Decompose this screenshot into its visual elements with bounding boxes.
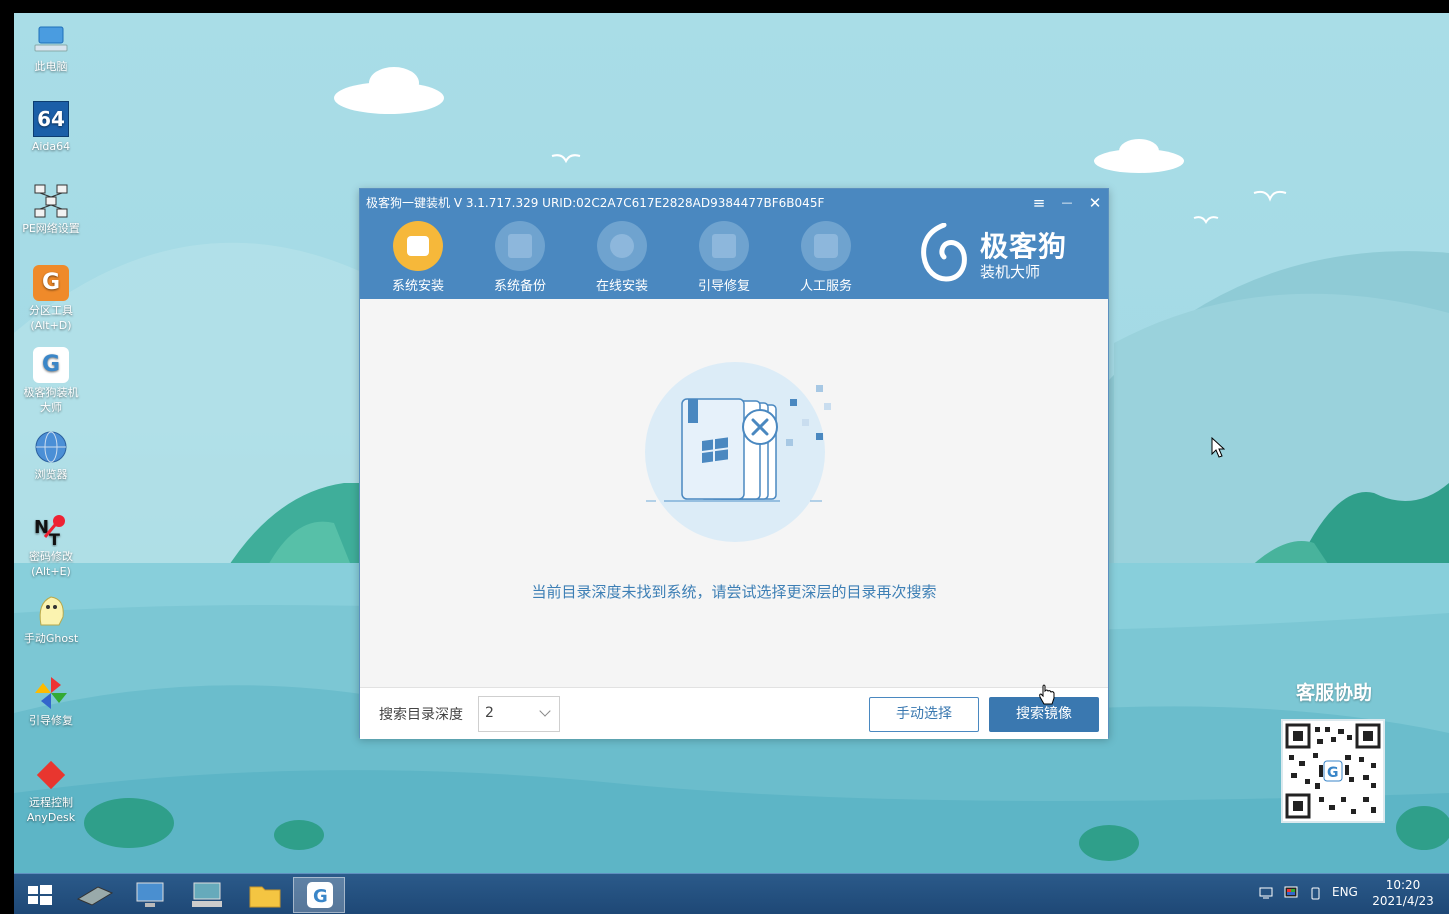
mouse-pointer-icon <box>1211 437 1225 458</box>
minimize-button[interactable]: — <box>1057 193 1077 213</box>
desktop-icon-label: 密码修改 (Alt+E) <box>29 550 73 578</box>
content-area: 当前目录深度未找到系统，请尝试选择更深层的目录再次搜索 <box>360 299 1108 687</box>
display-tray-icon[interactable] <box>1284 886 1300 900</box>
desktop-icon-password-modify[interactable]: NT 密码修改 (Alt+E) <box>18 511 84 579</box>
window-footer: 搜索目录深度 2 手动选择 搜索镜像 <box>360 687 1108 739</box>
brand-name: 极客狗 <box>980 230 1068 263</box>
taskbar-item-network[interactable] <box>182 877 234 913</box>
clock[interactable]: 10:20 2021/4/23 <box>1370 877 1436 909</box>
close-button[interactable]: ✕ <box>1085 193 1105 213</box>
tab-system-install[interactable]: 系统安装 <box>378 221 458 294</box>
language-indicator[interactable]: ENG <box>1332 885 1358 899</box>
installer-window: 极客狗一键装机 V 3.1.717.329 URID:02C2A7C617E28… <box>359 188 1109 739</box>
jikegou-icon: G <box>33 347 69 383</box>
folder-icon <box>249 886 281 908</box>
taskbar-item-jikegou[interactable]: G <box>293 877 345 913</box>
desktop-icon-manual-ghost[interactable]: 手动Ghost <box>18 593 84 646</box>
hand-pointer-icon <box>1039 684 1055 705</box>
desktop-icon-label: PE网络设置 <box>22 222 80 235</box>
window-header: 极客狗一键装机 V 3.1.717.329 URID:02C2A7C617E28… <box>360 189 1108 299</box>
desktop-icon-label: 浏览器 <box>34 468 68 481</box>
anydesk-icon <box>33 757 69 793</box>
svg-text:G: G <box>313 886 328 907</box>
monitor-icon <box>136 882 164 907</box>
manual-select-button[interactable]: 手动选择 <box>869 697 979 732</box>
not-found-message: 当前目录深度未找到系统，请尝试选择更深层的目录再次搜索 <box>531 583 937 601</box>
menu-button[interactable]: ≡ <box>1029 193 1049 213</box>
qr-title: 客服协助 <box>1295 682 1372 704</box>
chat-icon <box>801 221 851 271</box>
desktop-icon-partition-tool[interactable]: G 分区工具 (Alt+D) <box>18 265 84 333</box>
brand-subtitle: 装机大师 <box>980 263 1041 281</box>
tab-boot-repair[interactable]: 引导修复 <box>684 221 764 294</box>
qr-code: G <box>1281 719 1385 823</box>
taskbar-item-computer[interactable] <box>125 877 177 913</box>
tab-label: 系统安装 <box>391 279 444 294</box>
aida64-icon: 64 <box>33 101 69 137</box>
clock-date: 2021/4/23 <box>1372 894 1434 908</box>
desktop-icon-jikegou[interactable]: G 极客狗装机 大师 <box>18 347 84 415</box>
tab-label: 引导修复 <box>697 279 750 294</box>
desktop-icon-label: Aida64 <box>31 140 71 153</box>
desktop-icon-label: 分区工具 (Alt+D) <box>29 304 73 332</box>
desktop-icon-pe-network[interactable]: PE网络设置 <box>18 183 84 236</box>
not-found-illustration <box>640 357 840 547</box>
desktop-icon-anydesk[interactable]: 远程控制 AnyDesk <box>18 757 84 825</box>
system-backup-icon <box>495 221 545 271</box>
window-title: 极客狗一键装机 V 3.1.717.329 URID:02C2A7C617E28… <box>366 196 825 210</box>
network-tray-icon[interactable] <box>1259 886 1275 900</box>
desktop-icon-label: 此电脑 <box>34 60 68 73</box>
globe-icon <box>33 429 69 465</box>
tab-label: 人工服务 <box>799 279 852 294</box>
brand: 极客狗 装机大师 <box>920 222 1070 283</box>
tab-system-backup[interactable]: 系统备份 <box>480 221 560 294</box>
tab-label: 系统备份 <box>493 279 546 294</box>
svg-text:G: G <box>1327 765 1339 781</box>
network-icon <box>33 183 69 219</box>
aida64-glyph: 64 <box>37 107 65 131</box>
taskbar: G ENG 10:20 2021/4/23 <box>14 873 1449 914</box>
tab-label: 在线安装 <box>595 279 648 294</box>
clock-time: 10:20 <box>1385 878 1421 892</box>
taskbar-item-folder[interactable] <box>240 877 292 913</box>
tab-online-install[interactable]: 在线安装 <box>582 221 662 294</box>
desktop-icon-label: 远程控制 AnyDesk <box>26 796 76 824</box>
taskbar-item-disk[interactable] <box>68 877 120 913</box>
system-install-icon <box>393 221 443 271</box>
chevron-down-icon <box>539 705 551 717</box>
network-computer-icon <box>192 882 222 907</box>
hard-disk-icon <box>76 886 114 906</box>
search-depth-select[interactable]: 2 <box>478 696 560 732</box>
brand-logo-icon <box>920 222 968 283</box>
usb-tray-icon[interactable] <box>1308 886 1324 900</box>
desktop-icon-this-pc[interactable]: 此电脑 <box>18 21 84 74</box>
search-depth-value: 2 <box>485 705 494 721</box>
pinwheel-icon <box>33 675 69 711</box>
partition-tool-icon: G <box>33 265 69 301</box>
tab-manual-service[interactable]: 人工服务 <box>786 221 866 294</box>
key-icon: NT <box>33 511 69 549</box>
desktop-icon-label: 极客狗装机 大师 <box>23 386 79 414</box>
download-icon <box>597 221 647 271</box>
desktop-icon-boot-repair[interactable]: 引导修复 <box>18 675 84 728</box>
desktop-icon-label: 引导修复 <box>29 714 73 727</box>
desktop-icon-browser[interactable]: 浏览器 <box>18 429 84 482</box>
qr-code-image: G <box>1285 723 1381 819</box>
start-button[interactable] <box>14 877 66 913</box>
jikegou-taskbar-icon: G <box>307 882 333 908</box>
toolbox-icon <box>699 221 749 271</box>
desktop-icon-aida64[interactable]: 64 Aida64 <box>18 101 84 154</box>
search-depth-label: 搜索目录深度 <box>379 707 463 723</box>
windows-logo-icon <box>28 885 52 905</box>
computer-icon <box>33 21 69 57</box>
ghost-icon <box>33 593 69 629</box>
desktop-icon-label: 手动Ghost <box>23 632 79 645</box>
